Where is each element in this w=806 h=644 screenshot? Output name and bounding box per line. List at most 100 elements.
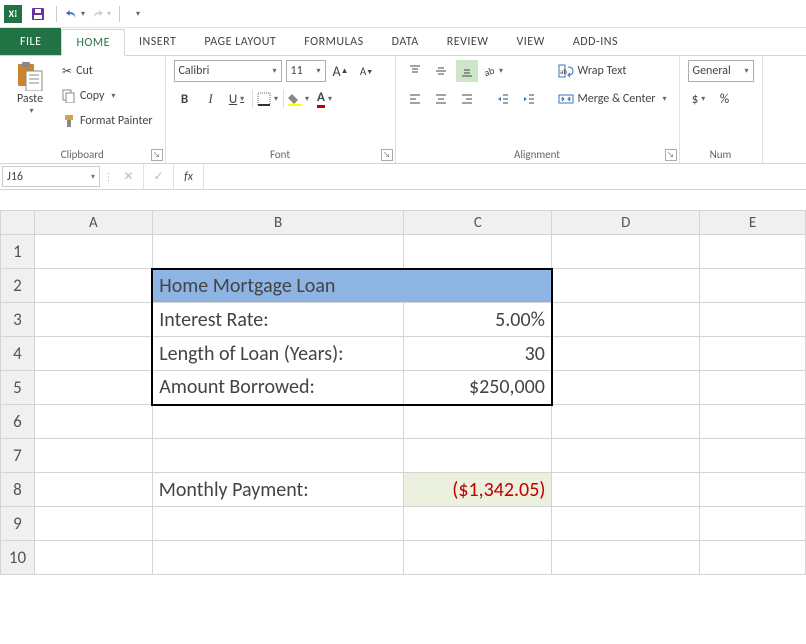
row-header-10[interactable]: 10 [1, 541, 35, 575]
decrease-font-button[interactable]: A▼ [356, 60, 378, 82]
cell-B2[interactable]: Home Mortgage Loan [152, 269, 552, 303]
cell-E10[interactable] [700, 541, 806, 575]
cell-A5[interactable] [34, 371, 152, 405]
cell-E3[interactable] [700, 303, 806, 337]
cell-A6[interactable] [34, 405, 152, 439]
cell-B8[interactable]: Monthly Payment: [152, 473, 404, 507]
tab-page-layout[interactable]: PAGE LAYOUT [190, 28, 290, 55]
cell-D1[interactable] [552, 235, 700, 269]
cell-E6[interactable] [700, 405, 806, 439]
decrease-indent-button[interactable] [492, 88, 514, 110]
cell-C4[interactable]: 30 [404, 337, 552, 371]
cell-B9[interactable] [152, 507, 404, 541]
row-header-5[interactable]: 5 [1, 371, 35, 405]
align-bottom-button[interactable] [456, 60, 478, 82]
col-header-E[interactable]: E [700, 211, 806, 235]
redo-icon[interactable] [91, 4, 111, 24]
name-box[interactable]: J16 [2, 166, 100, 187]
cell-A4[interactable] [34, 337, 152, 371]
bold-button[interactable]: B [174, 88, 196, 110]
copy-button[interactable]: Copy [58, 85, 157, 107]
format-painter-button[interactable]: Format Painter [58, 110, 157, 132]
formula-bar-handle[interactable]: ⋮ [102, 164, 114, 189]
alignment-dialog-launcher[interactable]: ↘ [665, 149, 677, 161]
cell-E9[interactable] [700, 507, 806, 541]
cut-button[interactable]: ✂ Cut [58, 60, 157, 82]
cell-A10[interactable] [34, 541, 152, 575]
save-icon[interactable] [28, 4, 48, 24]
undo-icon[interactable] [65, 4, 85, 24]
cell-D5[interactable] [552, 371, 700, 405]
cell-C6[interactable] [404, 405, 552, 439]
row-header-9[interactable]: 9 [1, 507, 35, 541]
cell-A7[interactable] [34, 439, 152, 473]
customize-qat-icon[interactable]: ▾ [128, 4, 148, 24]
cell-C5[interactable]: $250,000 [404, 371, 552, 405]
font-name-select[interactable]: Calibri [174, 60, 282, 82]
increase-font-button[interactable]: A▲ [330, 60, 352, 82]
cell-E4[interactable] [700, 337, 806, 371]
align-left-button[interactable] [404, 88, 426, 110]
row-header-8[interactable]: 8 [1, 473, 35, 507]
col-header-D[interactable]: D [552, 211, 700, 235]
cell-B1[interactable] [152, 235, 404, 269]
formula-input[interactable] [204, 164, 806, 189]
tab-insert[interactable]: INSERT [125, 28, 190, 55]
cell-C7[interactable] [404, 439, 552, 473]
cell-D2[interactable] [552, 269, 700, 303]
clipboard-dialog-launcher[interactable]: ↘ [151, 149, 163, 161]
cell-A8[interactable] [34, 473, 152, 507]
row-header-3[interactable]: 3 [1, 303, 35, 337]
number-format-select[interactable]: General [688, 60, 754, 82]
cell-C8[interactable]: ($1,342.05) [404, 473, 552, 507]
cell-D6[interactable] [552, 405, 700, 439]
tab-data[interactable]: DATA [378, 28, 433, 55]
tab-addins[interactable]: ADD-INS [559, 28, 632, 55]
cell-E2[interactable] [700, 269, 806, 303]
cancel-formula-button[interactable]: ✕ [114, 164, 144, 189]
align-top-button[interactable] [404, 60, 426, 82]
cell-D7[interactable] [552, 439, 700, 473]
row-header-7[interactable]: 7 [1, 439, 35, 473]
col-header-A[interactable]: A [34, 211, 152, 235]
row-header-1[interactable]: 1 [1, 235, 35, 269]
paste-button[interactable]: Paste [8, 60, 52, 116]
percent-format-button[interactable]: % [714, 88, 736, 110]
cell-C3[interactable]: 5.00% [404, 303, 552, 337]
cell-E7[interactable] [700, 439, 806, 473]
merge-center-button[interactable]: Merge & Center [554, 88, 671, 110]
cell-B4[interactable]: Length of Loan (Years): [152, 337, 404, 371]
cell-B7[interactable] [152, 439, 404, 473]
cell-A2[interactable] [34, 269, 152, 303]
enter-formula-button[interactable]: ✓ [144, 164, 174, 189]
italic-button[interactable]: I [200, 88, 222, 110]
tab-file[interactable]: FILE [0, 28, 61, 55]
font-size-select[interactable]: 11 [286, 60, 326, 82]
spreadsheet[interactable]: A B C D E 1 2Home Mortgage Loan 3Interes… [0, 210, 806, 575]
cell-D3[interactable] [552, 303, 700, 337]
cell-D8[interactable] [552, 473, 700, 507]
font-dialog-launcher[interactable]: ↘ [381, 149, 393, 161]
col-header-B[interactable]: B [152, 211, 404, 235]
wrap-text-button[interactable]: ab Wrap Text [554, 60, 671, 82]
cell-E8[interactable] [700, 473, 806, 507]
row-header-2[interactable]: 2 [1, 269, 35, 303]
borders-button[interactable] [257, 88, 279, 110]
cell-B10[interactable] [152, 541, 404, 575]
row-header-6[interactable]: 6 [1, 405, 35, 439]
cell-C1[interactable] [404, 235, 552, 269]
accounting-format-button[interactable]: $ [688, 88, 710, 110]
cell-A9[interactable] [34, 507, 152, 541]
insert-function-button[interactable]: fx [174, 164, 204, 189]
cell-B5[interactable]: Amount Borrowed: [152, 371, 404, 405]
align-center-button[interactable] [430, 88, 452, 110]
cell-B6[interactable] [152, 405, 404, 439]
align-right-button[interactable] [456, 88, 478, 110]
fill-color-button[interactable] [288, 88, 310, 110]
tab-view[interactable]: VIEW [502, 28, 558, 55]
align-middle-button[interactable] [430, 60, 452, 82]
increase-indent-button[interactable] [518, 88, 540, 110]
cell-D10[interactable] [552, 541, 700, 575]
font-color-button[interactable]: A [314, 88, 336, 110]
col-header-C[interactable]: C [404, 211, 552, 235]
